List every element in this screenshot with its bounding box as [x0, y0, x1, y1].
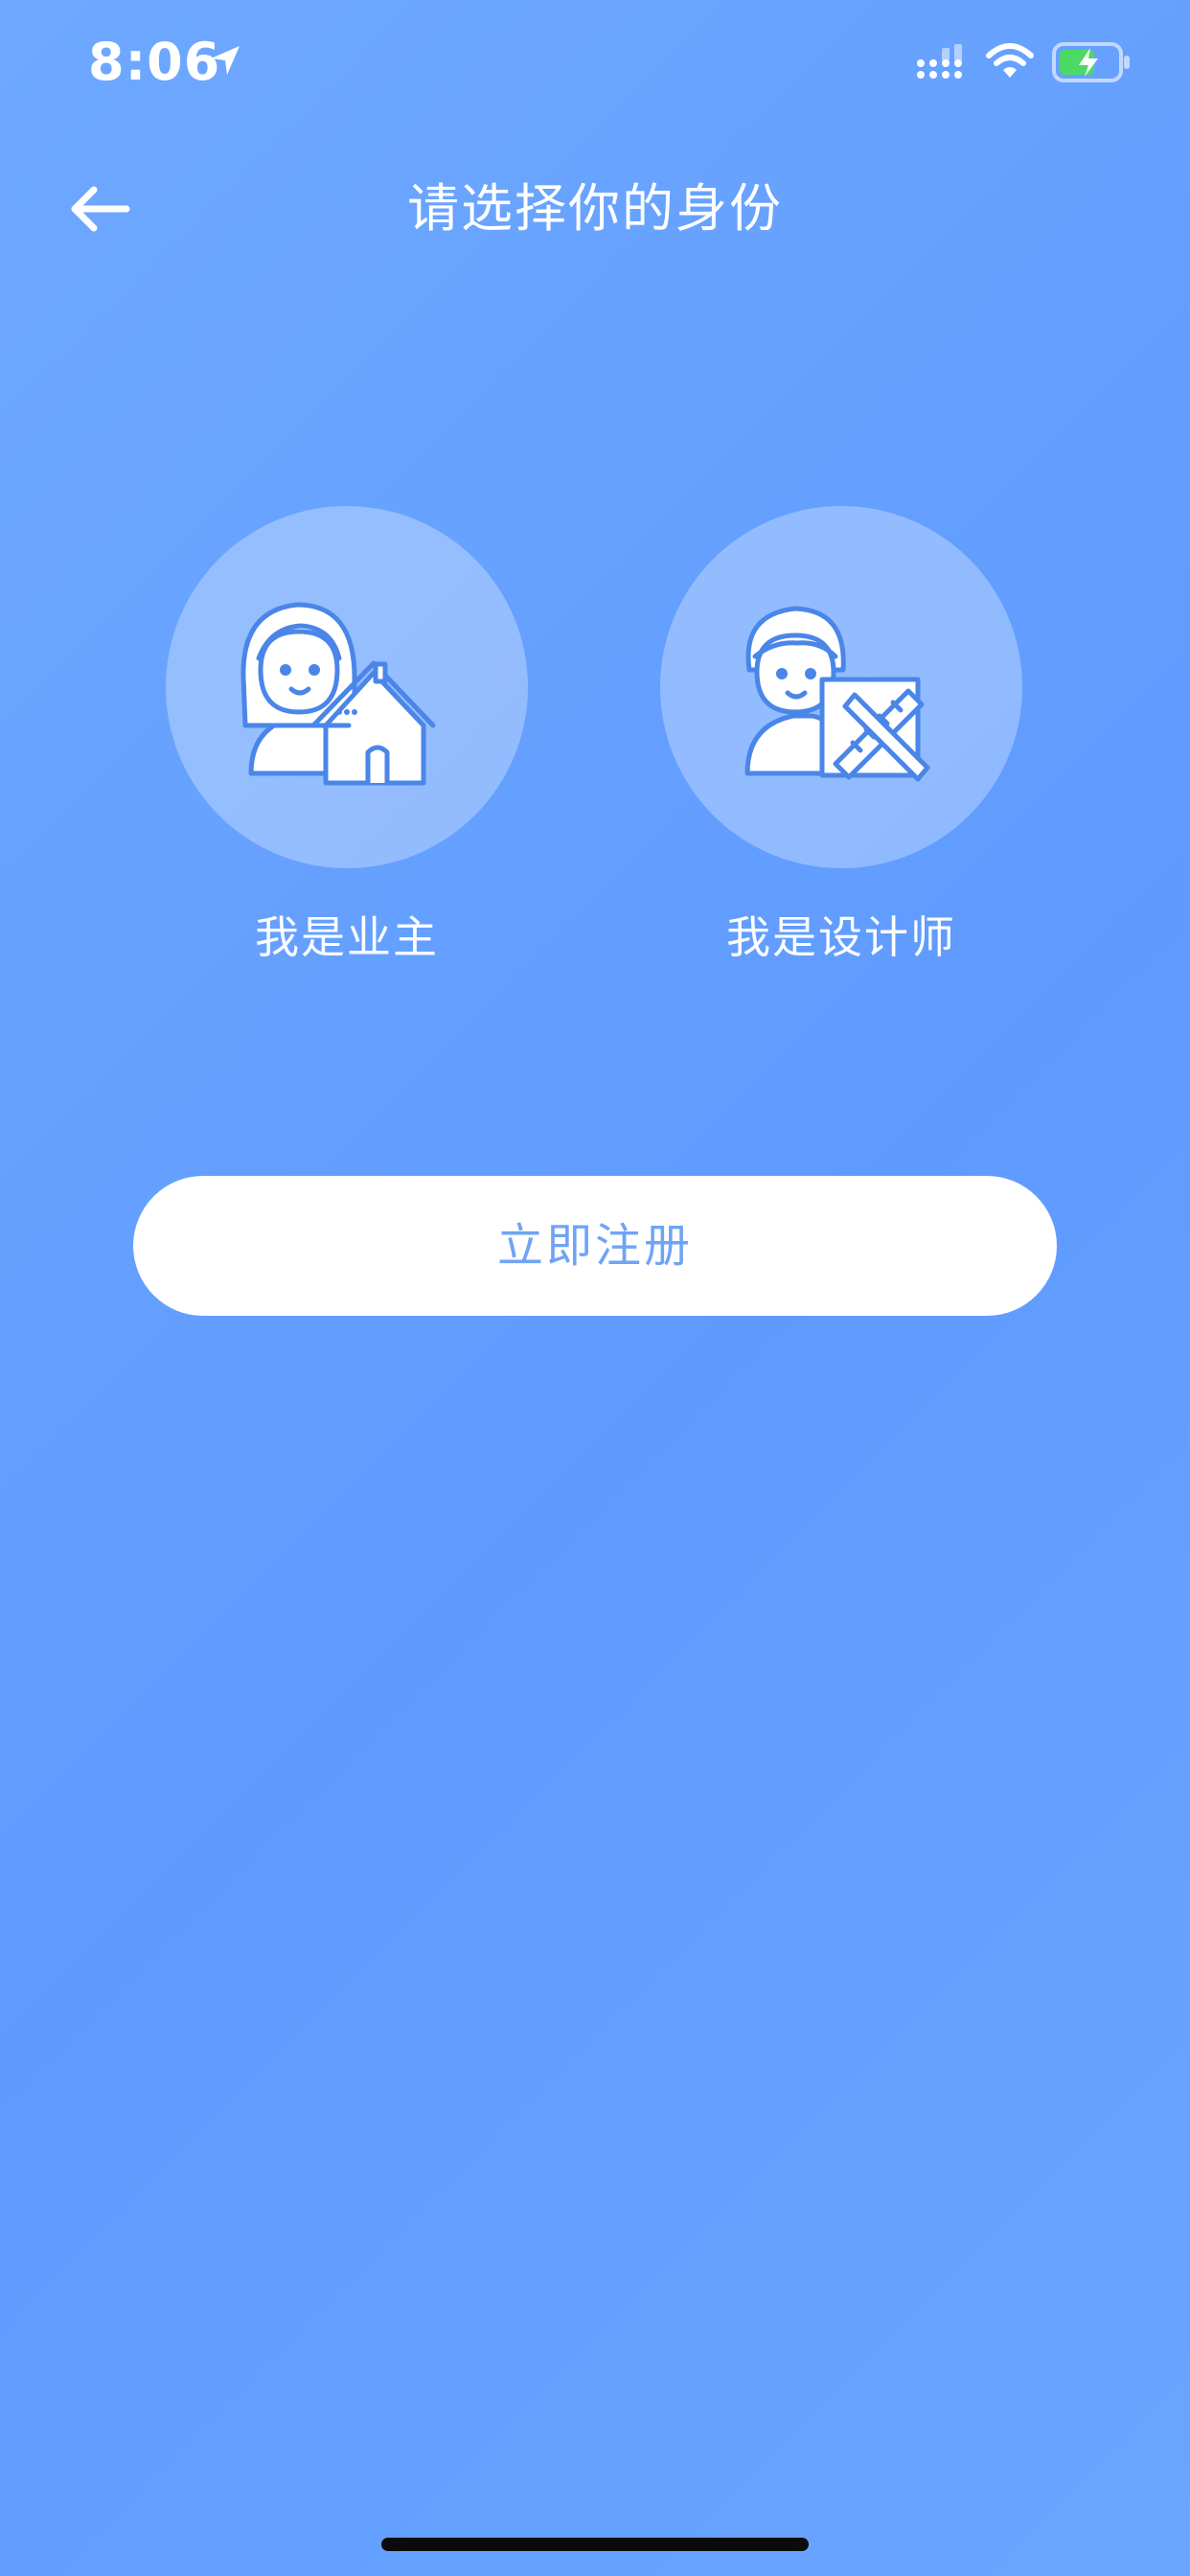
- role-option-owner[interactable]: 我是业主: [166, 506, 530, 985]
- role-option-designer[interactable]: 我是设计师: [660, 506, 1024, 985]
- wifi-icon: [986, 43, 1034, 78]
- battery-charging-icon: [1052, 42, 1130, 82]
- role-circle-designer[interactable]: [660, 506, 1022, 868]
- register-button-label: 立即注册: [496, 1219, 693, 1273]
- status-bar: 8:06: [0, 0, 1190, 126]
- role-label-designer: 我是设计师: [726, 911, 956, 963]
- homeowner-house-icon: [240, 602, 436, 786]
- home-indicator: [381, 2538, 809, 2551]
- role-label-owner: 我是业主: [255, 911, 439, 963]
- page-title: 请选择你的身份: [407, 178, 783, 239]
- cellular-signal-icon: [917, 44, 962, 79]
- role-circle-owner[interactable]: [166, 506, 528, 868]
- register-button[interactable]: 立即注册: [133, 1176, 1057, 1316]
- designer-ruler-icon: [744, 606, 930, 782]
- status-time: 8:06: [88, 32, 221, 92]
- location-arrow-icon: [211, 46, 240, 75]
